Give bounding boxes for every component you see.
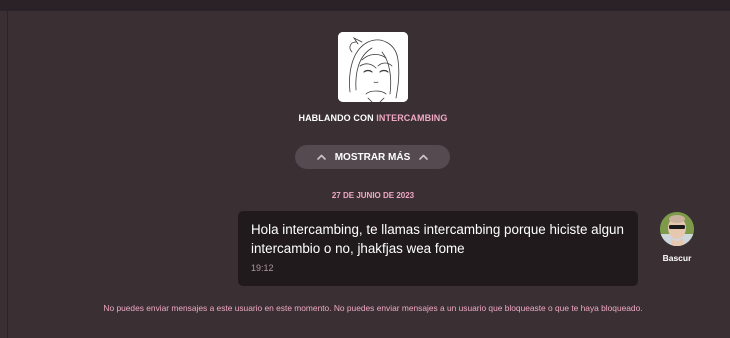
date-separator: 27 DE JUNIO DE 2023 [331, 191, 415, 200]
show-more-label: MOSTRAR MÁS [334, 151, 411, 163]
message-text: Hola intercambing, te llamas intercambin… [251, 222, 624, 256]
divider [7, 11, 8, 338]
top-bar [0, 0, 730, 11]
contact-avatar[interactable] [338, 32, 408, 102]
contact-name-link[interactable]: INTERCAMBING [376, 113, 447, 123]
anime-girl-sketch-avatar-icon [338, 32, 408, 102]
sender-avatar[interactable] [660, 212, 694, 246]
message-timestamp: 19:12 [251, 263, 274, 273]
talking-with-label: HABLANDO CON [298, 113, 374, 123]
blocked-notice: No puedes enviar mensajes a este usuario… [103, 303, 643, 313]
chevron-up-icon [316, 154, 326, 160]
chevron-up-icon [419, 154, 429, 160]
sender-name[interactable]: Bascur [655, 253, 699, 263]
message-bubble[interactable]: Hola intercambing, te llamas intercambin… [238, 211, 638, 286]
user-photo-avatar-icon [660, 212, 694, 246]
show-more-button[interactable]: MOSTRAR MÁS [295, 145, 450, 169]
conversation-title: HABLANDO CON INTERCAMBING [0, 113, 730, 123]
